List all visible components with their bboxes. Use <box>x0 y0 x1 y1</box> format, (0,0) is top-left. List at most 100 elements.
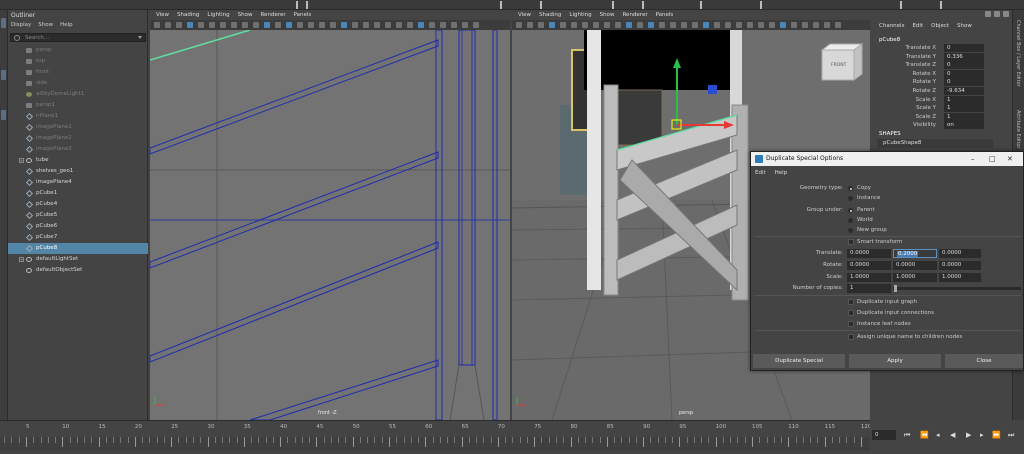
viewport-tool-icon[interactable] <box>747 22 753 28</box>
radio-new-group[interactable] <box>848 228 853 233</box>
viewport-tool-icon[interactable] <box>681 22 687 28</box>
play-backward-icon[interactable]: ◀ <box>950 430 955 440</box>
menu-edit[interactable]: Edit <box>912 23 923 29</box>
channel-attribute[interactable]: Rotate Y 0 <box>870 78 1012 87</box>
viewport-tool-icon[interactable] <box>176 22 182 28</box>
channel-attribute[interactable]: Visibility on <box>870 121 1012 130</box>
apply-button[interactable]: Apply <box>849 354 941 368</box>
outliner-item[interactable]: + tube <box>8 155 148 166</box>
menu-show[interactable]: Show <box>38 22 53 28</box>
channel-attribute[interactable]: Scale X 1 <box>870 95 1012 104</box>
outliner-item[interactable]: pCube1 <box>8 188 148 199</box>
menu-lighting[interactable]: Lighting <box>569 12 591 18</box>
scale-y-field[interactable]: 1.0000 <box>893 273 937 282</box>
viewport-tool-icon[interactable] <box>440 22 446 28</box>
viewport-tool-icon[interactable] <box>549 22 555 28</box>
close-icon[interactable]: ✕ <box>1007 152 1013 166</box>
duplicate-input-connections-checkbox[interactable] <box>848 310 854 316</box>
viewport-tool-icon[interactable] <box>835 22 841 28</box>
menu-show[interactable]: Show <box>238 12 253 18</box>
viewport-tool-icon[interactable] <box>418 22 424 28</box>
menu-shading[interactable]: Shading <box>177 12 199 18</box>
viewport-tool-icon[interactable] <box>264 22 270 28</box>
viewport-tool-icon[interactable] <box>330 22 336 28</box>
viewport-tool-icon[interactable] <box>758 22 764 28</box>
step-back-frame-icon[interactable]: ◂ <box>936 430 940 440</box>
current-frame-field[interactable]: 0 <box>872 430 896 440</box>
viewport-tool-icon[interactable] <box>538 22 544 28</box>
settings-icon[interactable] <box>1003 11 1009 17</box>
copies-slider[interactable] <box>893 287 1021 290</box>
channel-attribute[interactable]: Scale Y 1 <box>870 104 1012 113</box>
viewport-tool-icon[interactable] <box>670 22 676 28</box>
channel-attribute[interactable]: Rotate Z -9.634 <box>870 87 1012 95</box>
viewport-tool-icon[interactable] <box>791 22 797 28</box>
instance-leaf-nodes-checkbox[interactable] <box>848 321 854 327</box>
viewport-tool-icon[interactable] <box>824 22 830 28</box>
viewport-tool-icon[interactable] <box>769 22 775 28</box>
maximize-button[interactable]: □ <box>989 152 996 166</box>
menu-help[interactable]: Help <box>775 170 788 176</box>
viewport-tool-icon[interactable] <box>725 22 731 28</box>
front-viewport[interactable]: front -Z <box>150 30 510 420</box>
go-to-end-icon[interactable]: ⏭ <box>1008 430 1014 440</box>
toolbar-icon[interactable] <box>540 1 542 9</box>
viewport-tool-icon[interactable] <box>231 22 237 28</box>
viewport-tool-icon[interactable] <box>626 22 632 28</box>
channel-attribute-value[interactable]: 0 <box>944 61 984 70</box>
toolbar-icon[interactable] <box>940 1 942 9</box>
time-slider-ticks[interactable] <box>0 437 870 451</box>
viewport-tool-icon[interactable] <box>209 22 215 28</box>
outliner-item[interactable]: persp <box>8 45 148 56</box>
menu-view[interactable]: View <box>518 12 531 18</box>
minimize-button[interactable]: – <box>971 152 975 166</box>
viewport-tool-icon[interactable] <box>429 22 435 28</box>
shape-node[interactable]: pCubeShape8 <box>877 139 993 148</box>
rotate-z-field[interactable]: 0.0000 <box>939 261 981 270</box>
tab-channel-box-layer-editor[interactable]: Channel Box / Layer Editor <box>1015 20 1021 87</box>
viewport-tool-icon[interactable] <box>714 22 720 28</box>
radio-parent[interactable] <box>848 208 853 213</box>
menu-show[interactable]: Show <box>600 12 615 18</box>
menu-display[interactable]: Display <box>11 22 31 28</box>
menu-view[interactable]: View <box>156 12 169 18</box>
viewport-tool-icon[interactable] <box>582 22 588 28</box>
toolbar-icon[interactable] <box>306 1 308 9</box>
outliner-item[interactable]: nPlane1 <box>8 111 148 122</box>
outliner-item[interactable]: aiSkyDomeLight1 <box>8 89 148 100</box>
viewport-tool-icon[interactable] <box>615 22 621 28</box>
viewport-tool-icon[interactable] <box>363 22 369 28</box>
outliner-item[interactable]: pCube5 <box>8 210 148 221</box>
viewport-tool-icon[interactable] <box>198 22 204 28</box>
viewport-tool-icon[interactable] <box>692 22 698 28</box>
viewport-tool-icon[interactable] <box>780 22 786 28</box>
outliner-item[interactable]: imagePlane4 <box>8 177 148 188</box>
viewport-tool-icon[interactable] <box>308 22 314 28</box>
viewport-tool-icon[interactable] <box>527 22 533 28</box>
time-slider[interactable]: 5 10 15 20 25 30 35 40 45 50 55 60 65 70 75 80 85 90 95 100… <box>0 420 871 454</box>
viewport-tool-icon[interactable] <box>648 22 654 28</box>
viewport-tool-icon[interactable] <box>286 22 292 28</box>
outliner-item[interactable]: + defaultLightSet <box>8 254 148 265</box>
menu-show[interactable]: Show <box>957 23 972 29</box>
step-back-key-icon[interactable]: ⏪ <box>920 430 929 440</box>
play-forward-icon[interactable]: ▶ <box>966 430 971 440</box>
menu-renderer[interactable]: Renderer <box>622 12 647 18</box>
step-forward-frame-icon[interactable]: ▸ <box>980 430 984 440</box>
toolbar-icon[interactable] <box>500 1 502 9</box>
channel-attribute-value[interactable]: 1 <box>944 95 984 104</box>
scale-z-field[interactable]: 1.0000 <box>939 273 981 282</box>
copies-field[interactable]: 1 <box>847 284 891 293</box>
outliner-item[interactable]: imagePlane1 <box>8 122 148 133</box>
duplicate-input-graph-checkbox[interactable] <box>848 299 854 305</box>
toolbar-icon[interactable] <box>296 1 298 9</box>
tool-icon[interactable] <box>1 70 6 80</box>
radio-instance[interactable] <box>848 196 853 201</box>
viewport-tool-icon[interactable] <box>275 22 281 28</box>
viewport-tool-icon[interactable] <box>165 22 171 28</box>
viewport-tool-icon[interactable] <box>154 22 160 28</box>
channel-attribute-value[interactable]: 0 <box>944 78 984 87</box>
rotate-y-field[interactable]: 0.0000 <box>893 261 937 270</box>
viewport-tool-icon[interactable] <box>297 22 303 28</box>
viewport-tool-icon[interactable] <box>253 22 259 28</box>
